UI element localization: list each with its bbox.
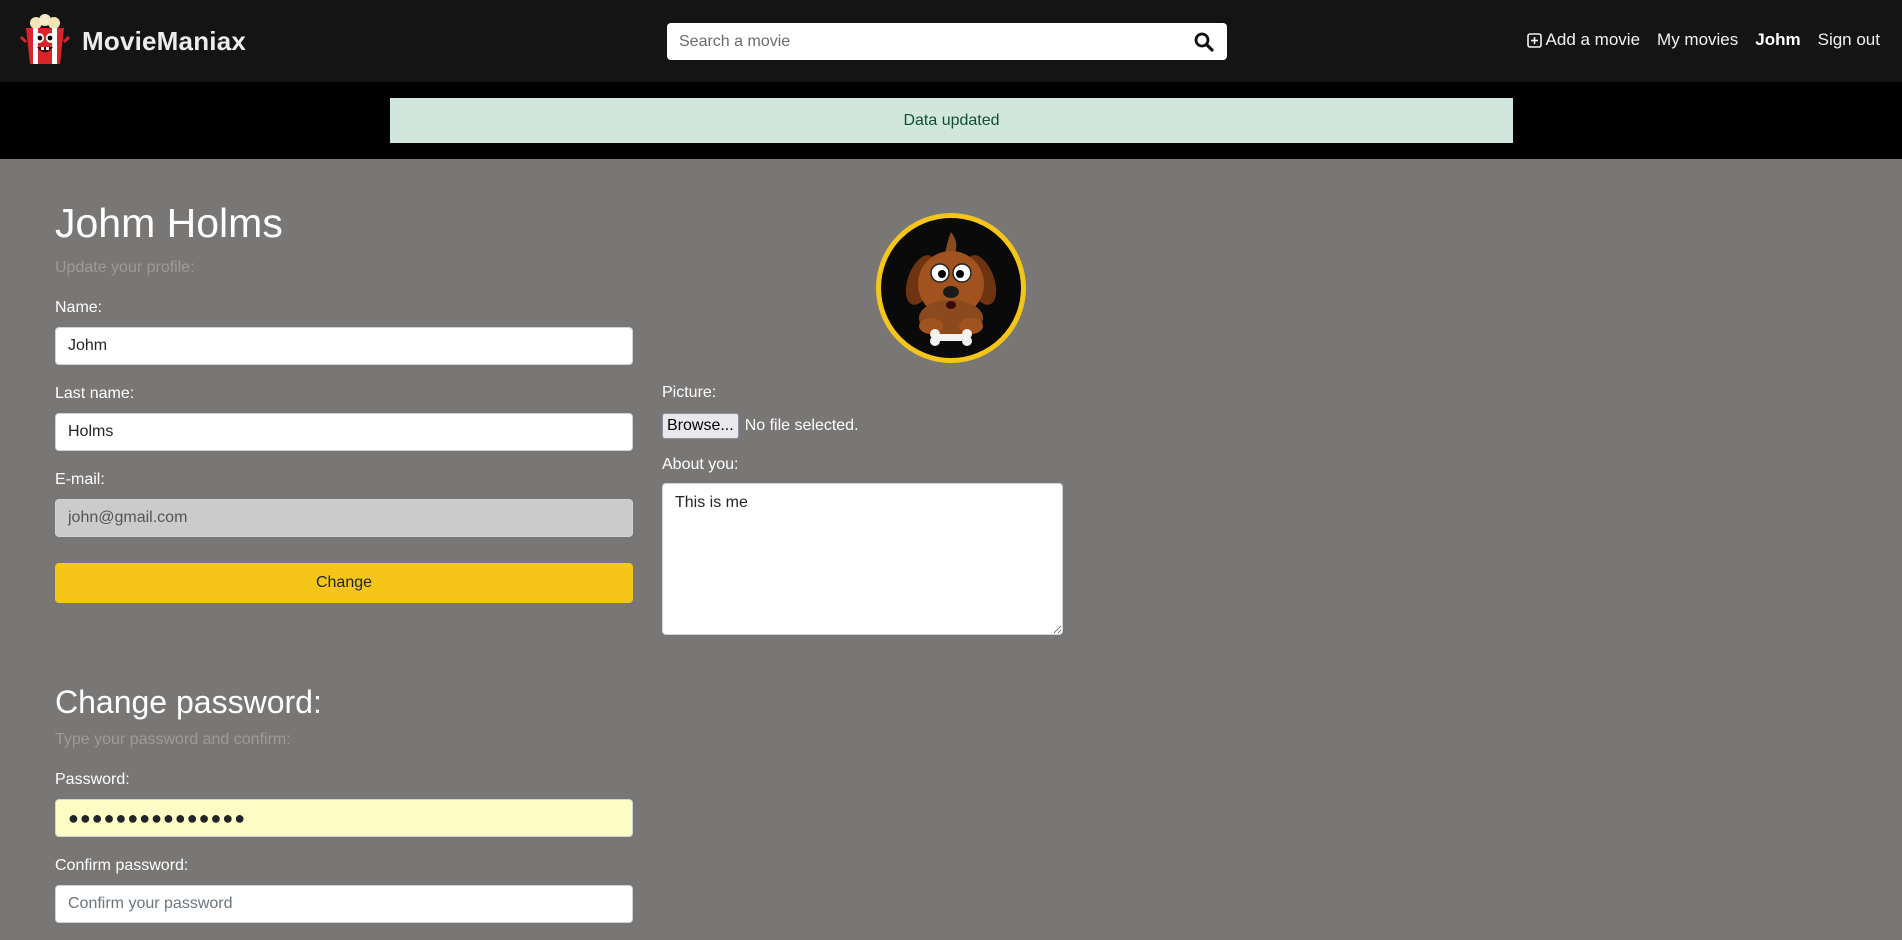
confirm-password-label: Confirm password: xyxy=(55,857,189,874)
my-movies-link[interactable]: My movies xyxy=(1657,30,1738,50)
add-movie-link[interactable]: Add a movie xyxy=(1526,30,1641,50)
nav-links: Add a movie My movies Johm Sign out xyxy=(1510,30,1880,50)
user-link[interactable]: Johm xyxy=(1755,30,1800,50)
profile-subtitle: Update your profile: xyxy=(55,259,195,276)
name-field[interactable] xyxy=(55,327,633,365)
plus-square-icon xyxy=(1526,32,1542,48)
popcorn-mascot-icon xyxy=(20,14,70,64)
file-status: No file selected. xyxy=(744,417,859,434)
password-label: Password: xyxy=(55,771,130,788)
picture-label: Picture: xyxy=(662,384,717,401)
file-picker: Browse... No file selected. xyxy=(662,413,859,439)
name-label: Name: xyxy=(55,299,103,316)
about-textarea[interactable]: This is me xyxy=(662,483,1063,635)
brand[interactable]: MovieManiax xyxy=(20,14,246,68)
password-section-title: Change password: xyxy=(55,684,322,720)
page-title: Johm Holms xyxy=(55,200,283,246)
confirm-password-field[interactable] xyxy=(55,885,633,923)
lastname-label: Last name: xyxy=(55,385,135,402)
add-movie-label: Add a movie xyxy=(1545,30,1641,49)
email-field xyxy=(55,499,633,537)
search-icon[interactable] xyxy=(1193,31,1215,53)
success-alert: Data updated xyxy=(390,98,1513,143)
email-label: E-mail: xyxy=(55,471,105,488)
change-button[interactable]: Change xyxy=(55,563,633,603)
password-subtitle: Type your password and confirm: xyxy=(55,731,291,748)
dog-avatar xyxy=(905,232,997,346)
about-label: About you: xyxy=(662,456,739,473)
navbar: MovieManiax Add a movie My movies Johm S… xyxy=(0,0,1902,82)
brand-name: MovieManiax xyxy=(82,25,247,56)
browse-button[interactable]: Browse... xyxy=(662,413,739,439)
password-field[interactable] xyxy=(55,799,633,837)
alert-band: Data updated xyxy=(0,82,1902,159)
lastname-field[interactable] xyxy=(55,413,633,451)
sign-out-link[interactable]: Sign out xyxy=(1818,30,1880,50)
avatar xyxy=(876,213,1026,363)
search-box xyxy=(667,23,1227,60)
search-input[interactable] xyxy=(667,23,1167,60)
